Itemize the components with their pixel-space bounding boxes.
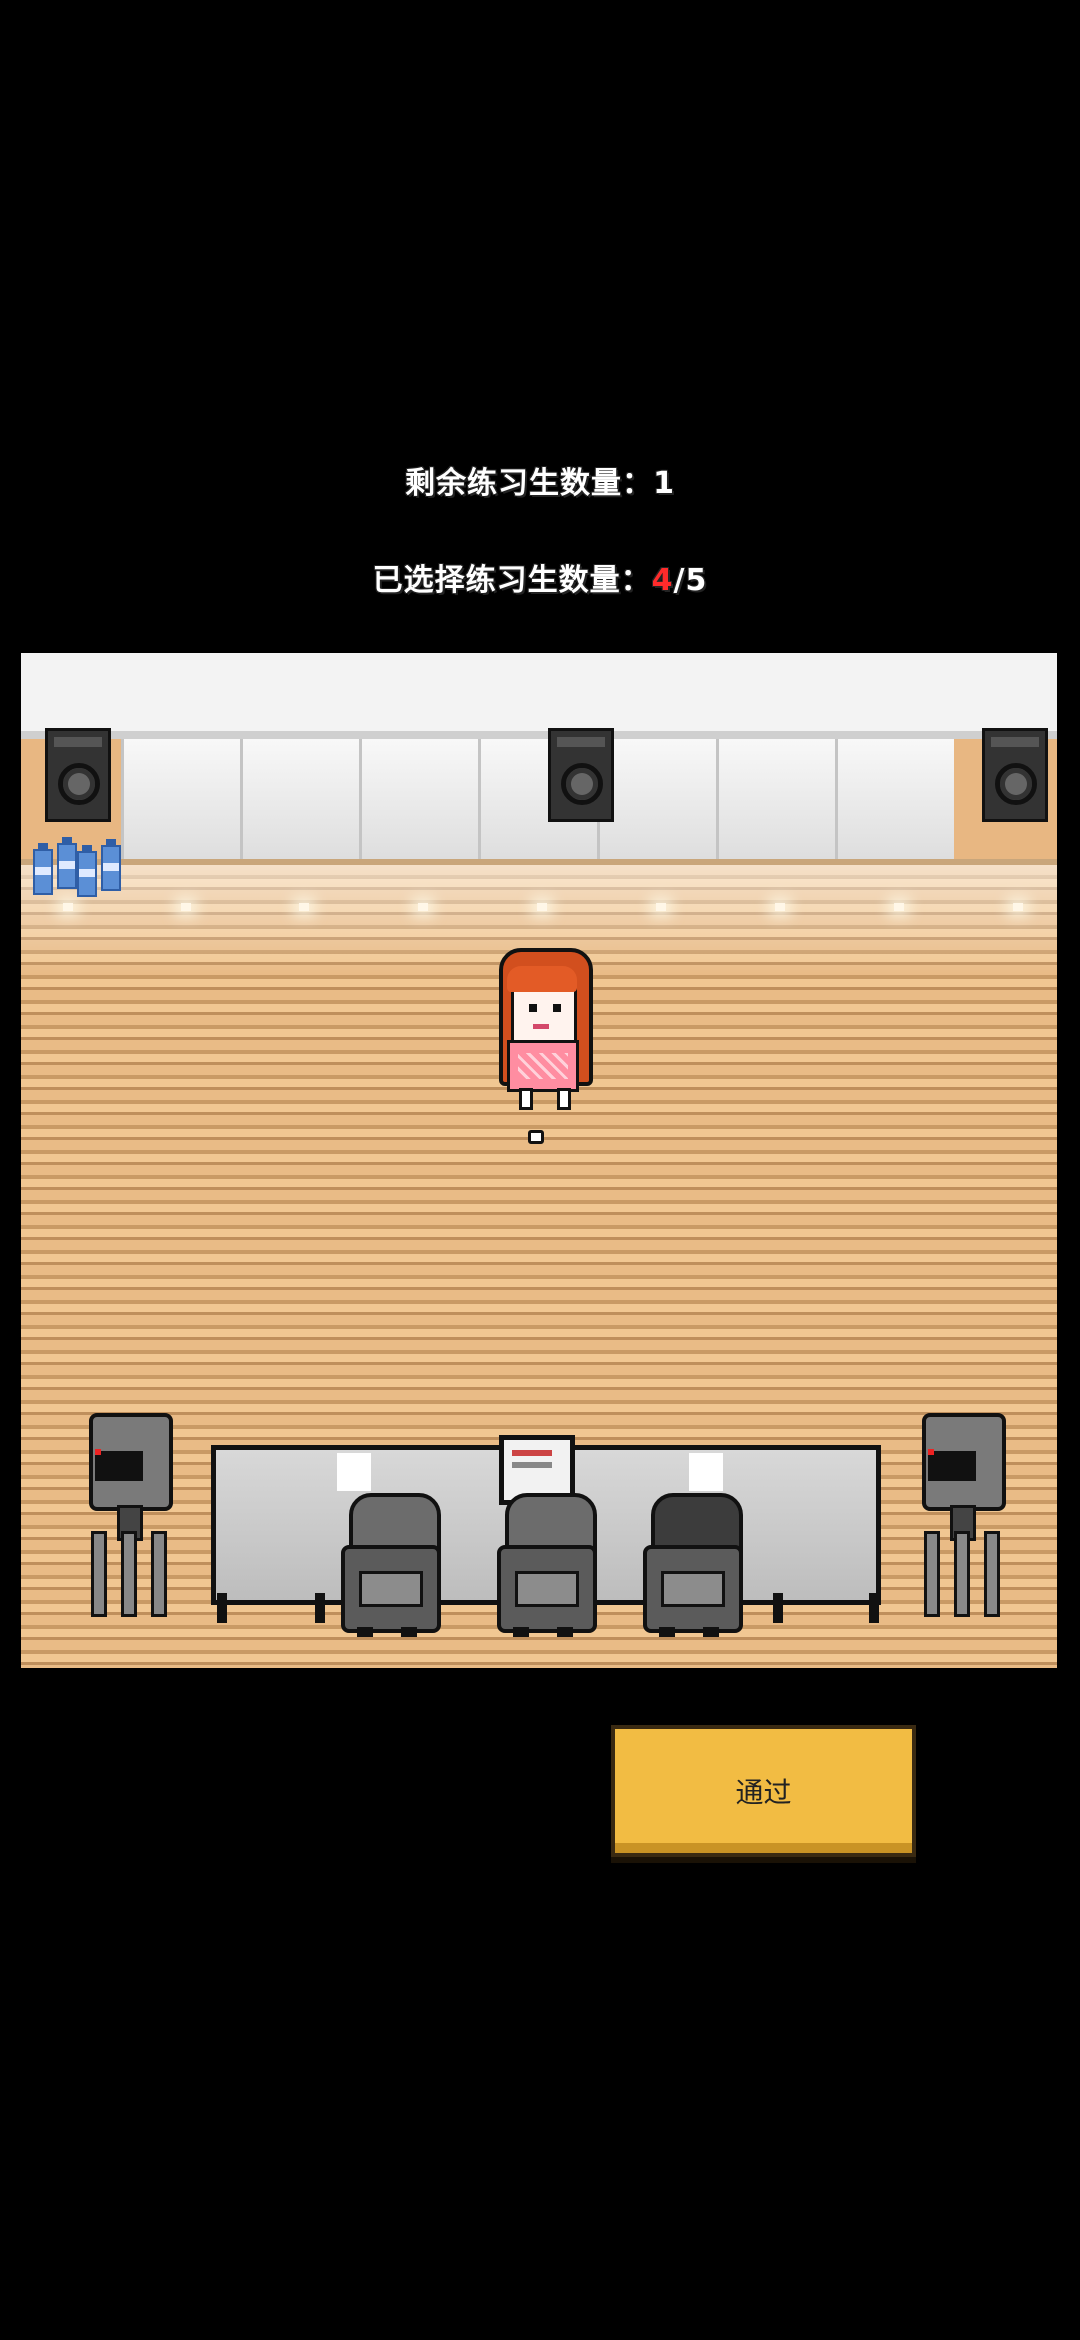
- table-leg: [217, 1593, 227, 1623]
- table-leg: [315, 1593, 325, 1623]
- selected-trainees-current: 4: [651, 563, 674, 598]
- table-leg: [773, 1593, 783, 1623]
- trainee-character[interactable]: [489, 948, 593, 1110]
- floor-light-reflection: [418, 903, 428, 911]
- selected-trainees-total: /5: [673, 563, 708, 598]
- trainee-leg: [557, 1088, 571, 1110]
- paper-sheet-icon: [689, 1453, 723, 1491]
- tripod-leg: [984, 1531, 1000, 1617]
- trainee-eye: [529, 1004, 537, 1012]
- judge-chair-foot: [513, 1627, 529, 1637]
- mirror-panel: [835, 739, 954, 859]
- trainee-mouth: [533, 1024, 549, 1029]
- mirror-panel: [121, 739, 240, 859]
- stage-position-marker: [528, 1130, 544, 1144]
- speaker-icon: [548, 728, 614, 822]
- water-bottle-icon: [101, 839, 121, 891]
- mirror-panel: [597, 739, 716, 859]
- judge-chair-foot: [557, 1627, 573, 1637]
- judge-character: [341, 1493, 441, 1643]
- judge-character: [643, 1493, 743, 1643]
- camera-lens: [928, 1451, 976, 1481]
- selected-trainees-label: 已选择练习生数量：: [372, 563, 652, 598]
- wall-trim: [21, 731, 1057, 739]
- water-bottle-icon: [77, 845, 97, 897]
- judge-chair: [497, 1545, 597, 1633]
- selected-trainees-counter: 已选择练习生数量：4/5: [0, 555, 1080, 599]
- tripod-leg: [151, 1531, 167, 1617]
- pass-button[interactable]: 通过: [611, 1725, 916, 1857]
- tripod-leg: [91, 1531, 107, 1617]
- paper-sheet-icon: [337, 1453, 371, 1491]
- tripod-leg: [954, 1531, 970, 1617]
- floor-light-reflection: [775, 903, 785, 911]
- floor-light-reflection: [656, 903, 666, 911]
- floor-light-reflection: [1013, 903, 1023, 911]
- tripod-leg: [924, 1531, 940, 1617]
- water-bottle-icon: [33, 843, 53, 895]
- trainee-eye: [553, 1004, 561, 1012]
- judge-chair-foot: [401, 1627, 417, 1637]
- trainee-bangs: [507, 966, 577, 992]
- floor-light-reflection: [537, 903, 547, 911]
- camera-record-light: [928, 1449, 934, 1455]
- speaker-icon: [45, 728, 111, 822]
- video-camera-icon: [914, 1413, 1006, 1617]
- speaker-icon: [982, 728, 1048, 822]
- judge-chair-foot: [703, 1627, 719, 1637]
- floor-light-reflection: [181, 903, 191, 911]
- floor-light-reflection: [63, 903, 73, 911]
- wall: [21, 653, 1057, 733]
- camera-record-light: [95, 1449, 101, 1455]
- water-bottle-icon: [57, 837, 77, 889]
- trainee-leg: [519, 1088, 533, 1110]
- audition-room-scene: [21, 653, 1057, 1668]
- mirror-panel: [359, 739, 478, 859]
- remaining-trainees-label: 剩余练习生数量：: [405, 466, 654, 501]
- trainee-dress: [507, 1040, 579, 1092]
- remaining-trainees-value: 1: [653, 466, 675, 501]
- mirror-panel: [240, 739, 359, 859]
- remaining-trainees-counter: 剩余练习生数量：1: [0, 458, 1080, 502]
- floor-light-reflection: [894, 903, 904, 911]
- judge-chair-foot: [659, 1627, 675, 1637]
- video-camera-icon: [81, 1413, 173, 1617]
- mirror-panel: [716, 739, 835, 859]
- judge-chair: [643, 1545, 743, 1633]
- judge-chair-foot: [357, 1627, 373, 1637]
- tripod-leg: [121, 1531, 137, 1617]
- judge-character: [497, 1493, 597, 1643]
- judge-chair: [341, 1545, 441, 1633]
- camera-lens: [95, 1451, 143, 1481]
- floor-light-reflection: [299, 903, 309, 911]
- table-leg: [869, 1593, 879, 1623]
